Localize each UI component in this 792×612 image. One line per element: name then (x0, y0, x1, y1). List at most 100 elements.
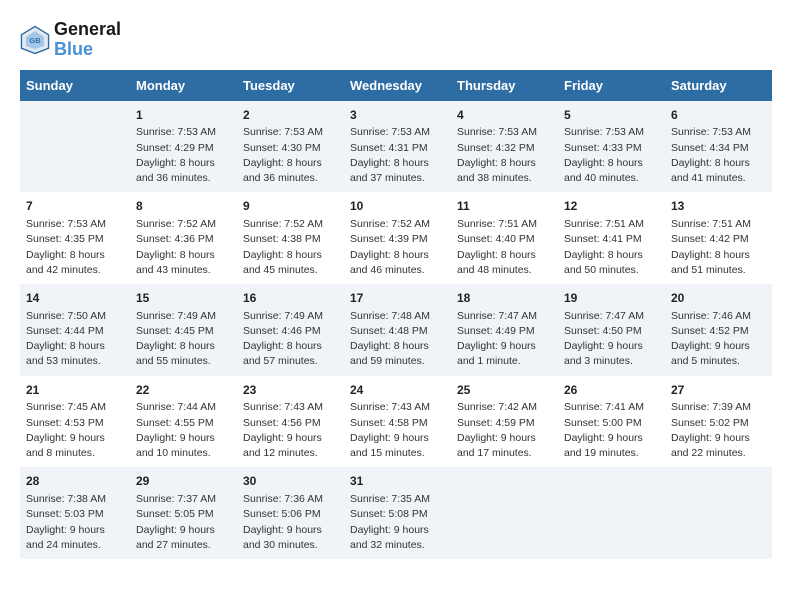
day-info: Sunrise: 7:36 AMSunset: 5:06 PMDaylight:… (243, 492, 338, 553)
header-thursday: Thursday (451, 70, 558, 101)
day-number: 25 (457, 382, 552, 399)
day-info: Sunrise: 7:53 AMSunset: 4:29 PMDaylight:… (136, 125, 231, 186)
day-info: Sunrise: 7:37 AMSunset: 5:05 PMDaylight:… (136, 492, 231, 553)
day-info: Sunrise: 7:44 AMSunset: 4:55 PMDaylight:… (136, 400, 231, 461)
calendar-cell: 18 Sunrise: 7:47 AMSunset: 4:49 PMDayligh… (451, 284, 558, 376)
svg-text:GB: GB (29, 36, 41, 45)
day-number: 9 (243, 198, 338, 215)
calendar-cell: 27Sunrise: 7:39 AMSunset: 5:02 PMDayligh… (665, 376, 772, 468)
day-info: Sunrise: 7:35 AMSunset: 5:08 PMDaylight:… (350, 492, 445, 553)
calendar-cell (20, 101, 130, 193)
day-info: Sunrise: 7:45 AMSunset: 4:53 PMDaylight:… (26, 400, 124, 461)
day-number: 11 (457, 198, 552, 215)
calendar-cell: 21Sunrise: 7:45 AMSunset: 4:53 PMDayligh… (20, 376, 130, 468)
calendar-cell: 4Sunrise: 7:53 AMSunset: 4:32 PMDaylight… (451, 101, 558, 193)
day-number: 8 (136, 198, 231, 215)
day-number: 30 (243, 473, 338, 490)
calendar-cell: 11 Sunrise: 7:51 AMSunset: 4:40 PMDayligh… (451, 192, 558, 284)
logo: GB General Blue (20, 20, 121, 60)
header-wednesday: Wednesday (344, 70, 451, 101)
day-number: 2 (243, 107, 338, 124)
day-info: Sunrise: 7:53 AMSunset: 4:30 PMDaylight:… (243, 125, 338, 186)
calendar-cell (451, 467, 558, 559)
calendar-week-row: 7 Sunrise: 7:53 AMSunset: 4:35 PMDaylight… (20, 192, 772, 284)
calendar-cell: 9 Sunrise: 7:52 AMSunset: 4:38 PMDaylight… (237, 192, 344, 284)
day-info: Sunrise: 7:53 AMSunset: 4:31 PMDaylight:… (350, 125, 445, 186)
day-number: 18 (457, 290, 552, 307)
page-header: GB General Blue (20, 20, 772, 60)
day-info: Sunrise: 7:51 AMSunset: 4:42 PMDaylight:… (671, 217, 766, 278)
day-number: 6 (671, 107, 766, 124)
calendar-cell: 29 Sunrise: 7:37 AMSunset: 5:05 PMDayligh… (130, 467, 237, 559)
calendar-week-row: 21Sunrise: 7:45 AMSunset: 4:53 PMDayligh… (20, 376, 772, 468)
calendar-table: SundayMondayTuesdayWednesdayThursdayFrid… (20, 70, 772, 559)
calendar-cell: 28 Sunrise: 7:38 AMSunset: 5:03 PMDayligh… (20, 467, 130, 559)
day-info: Sunrise: 7:43 AMSunset: 4:58 PMDaylight:… (350, 400, 445, 461)
day-number: 28 (26, 473, 124, 490)
header-sunday: Sunday (20, 70, 130, 101)
day-info: Sunrise: 7:46 AMSunset: 4:52 PMDaylight:… (671, 309, 766, 370)
day-number: 23 (243, 382, 338, 399)
day-number: 27 (671, 382, 766, 399)
calendar-cell: 7 Sunrise: 7:53 AMSunset: 4:35 PMDaylight… (20, 192, 130, 284)
day-info: Sunrise: 7:38 AMSunset: 5:03 PMDaylight:… (26, 492, 124, 553)
calendar-cell: 8 Sunrise: 7:52 AMSunset: 4:36 PMDaylight… (130, 192, 237, 284)
day-info: Sunrise: 7:51 AMSunset: 4:40 PMDaylight:… (457, 217, 552, 278)
calendar-cell: 19Sunrise: 7:47 AMSunset: 4:50 PMDayligh… (558, 284, 665, 376)
day-number: 12 (564, 198, 659, 215)
day-info: Sunrise: 7:47 AMSunset: 4:49 PMDaylight:… (457, 309, 552, 370)
calendar-cell: 12 Sunrise: 7:51 AMSunset: 4:41 PMDayligh… (558, 192, 665, 284)
day-info: Sunrise: 7:51 AMSunset: 4:41 PMDaylight:… (564, 217, 659, 278)
day-number: 7 (26, 198, 124, 215)
day-number: 31 (350, 473, 445, 490)
logo-text: General Blue (54, 20, 121, 60)
header-tuesday: Tuesday (237, 70, 344, 101)
day-info: Sunrise: 7:49 AMSunset: 4:46 PMDaylight:… (243, 309, 338, 370)
calendar-header-row: SundayMondayTuesdayWednesdayThursdayFrid… (20, 70, 772, 101)
calendar-cell: 15 Sunrise: 7:49 AMSunset: 4:45 PMDayligh… (130, 284, 237, 376)
day-info: Sunrise: 7:49 AMSunset: 4:45 PMDaylight:… (136, 309, 231, 370)
day-info: Sunrise: 7:48 AMSunset: 4:48 PMDaylight:… (350, 309, 445, 370)
header-saturday: Saturday (665, 70, 772, 101)
header-monday: Monday (130, 70, 237, 101)
day-number: 10 (350, 198, 445, 215)
day-number: 19 (564, 290, 659, 307)
day-info: Sunrise: 7:52 AMSunset: 4:36 PMDaylight:… (136, 217, 231, 278)
day-number: 1 (136, 107, 231, 124)
calendar-cell: 14 Sunrise: 7:50 AMSunset: 4:44 PMDayligh… (20, 284, 130, 376)
day-info: Sunrise: 7:53 AMSunset: 4:33 PMDaylight:… (564, 125, 659, 186)
day-number: 5 (564, 107, 659, 124)
calendar-cell: 3Sunrise: 7:53 AMSunset: 4:31 PMDaylight… (344, 101, 451, 193)
day-info: Sunrise: 7:53 AMSunset: 4:34 PMDaylight:… (671, 125, 766, 186)
calendar-cell (665, 467, 772, 559)
calendar-cell (558, 467, 665, 559)
logo-icon: GB (20, 25, 50, 55)
calendar-cell: 31 Sunrise: 7:35 AMSunset: 5:08 PMDayligh… (344, 467, 451, 559)
calendar-cell: 20 Sunrise: 7:46 AMSunset: 4:52 PMDayligh… (665, 284, 772, 376)
calendar-cell: 6Sunrise: 7:53 AMSunset: 4:34 PMDaylight… (665, 101, 772, 193)
day-number: 22 (136, 382, 231, 399)
day-number: 17 (350, 290, 445, 307)
day-number: 14 (26, 290, 124, 307)
day-number: 20 (671, 290, 766, 307)
day-info: Sunrise: 7:50 AMSunset: 4:44 PMDaylight:… (26, 309, 124, 370)
day-number: 29 (136, 473, 231, 490)
calendar-cell: 17 Sunrise: 7:48 AMSunset: 4:48 PMDayligh… (344, 284, 451, 376)
calendar-cell: 2Sunrise: 7:53 AMSunset: 4:30 PMDaylight… (237, 101, 344, 193)
day-info: Sunrise: 7:52 AMSunset: 4:38 PMDaylight:… (243, 217, 338, 278)
day-info: Sunrise: 7:52 AMSunset: 4:39 PMDaylight:… (350, 217, 445, 278)
calendar-cell: 13Sunrise: 7:51 AMSunset: 4:42 PMDayligh… (665, 192, 772, 284)
header-friday: Friday (558, 70, 665, 101)
calendar-cell: 30 Sunrise: 7:36 AMSunset: 5:06 PMDayligh… (237, 467, 344, 559)
calendar-cell: 16 Sunrise: 7:49 AMSunset: 4:46 PMDayligh… (237, 284, 344, 376)
calendar-cell: 26Sunrise: 7:41 AMSunset: 5:00 PMDayligh… (558, 376, 665, 468)
calendar-cell: 1Sunrise: 7:53 AMSunset: 4:29 PMDaylight… (130, 101, 237, 193)
day-number: 24 (350, 382, 445, 399)
calendar-cell: 10 Sunrise: 7:52 AMSunset: 4:39 PMDayligh… (344, 192, 451, 284)
calendar-cell: 22Sunrise: 7:44 AMSunset: 4:55 PMDayligh… (130, 376, 237, 468)
day-number: 16 (243, 290, 338, 307)
day-info: Sunrise: 7:42 AMSunset: 4:59 PMDaylight:… (457, 400, 552, 461)
calendar-cell: 25Sunrise: 7:42 AMSunset: 4:59 PMDayligh… (451, 376, 558, 468)
day-info: Sunrise: 7:53 AMSunset: 4:35 PMDaylight:… (26, 217, 124, 278)
day-number: 15 (136, 290, 231, 307)
